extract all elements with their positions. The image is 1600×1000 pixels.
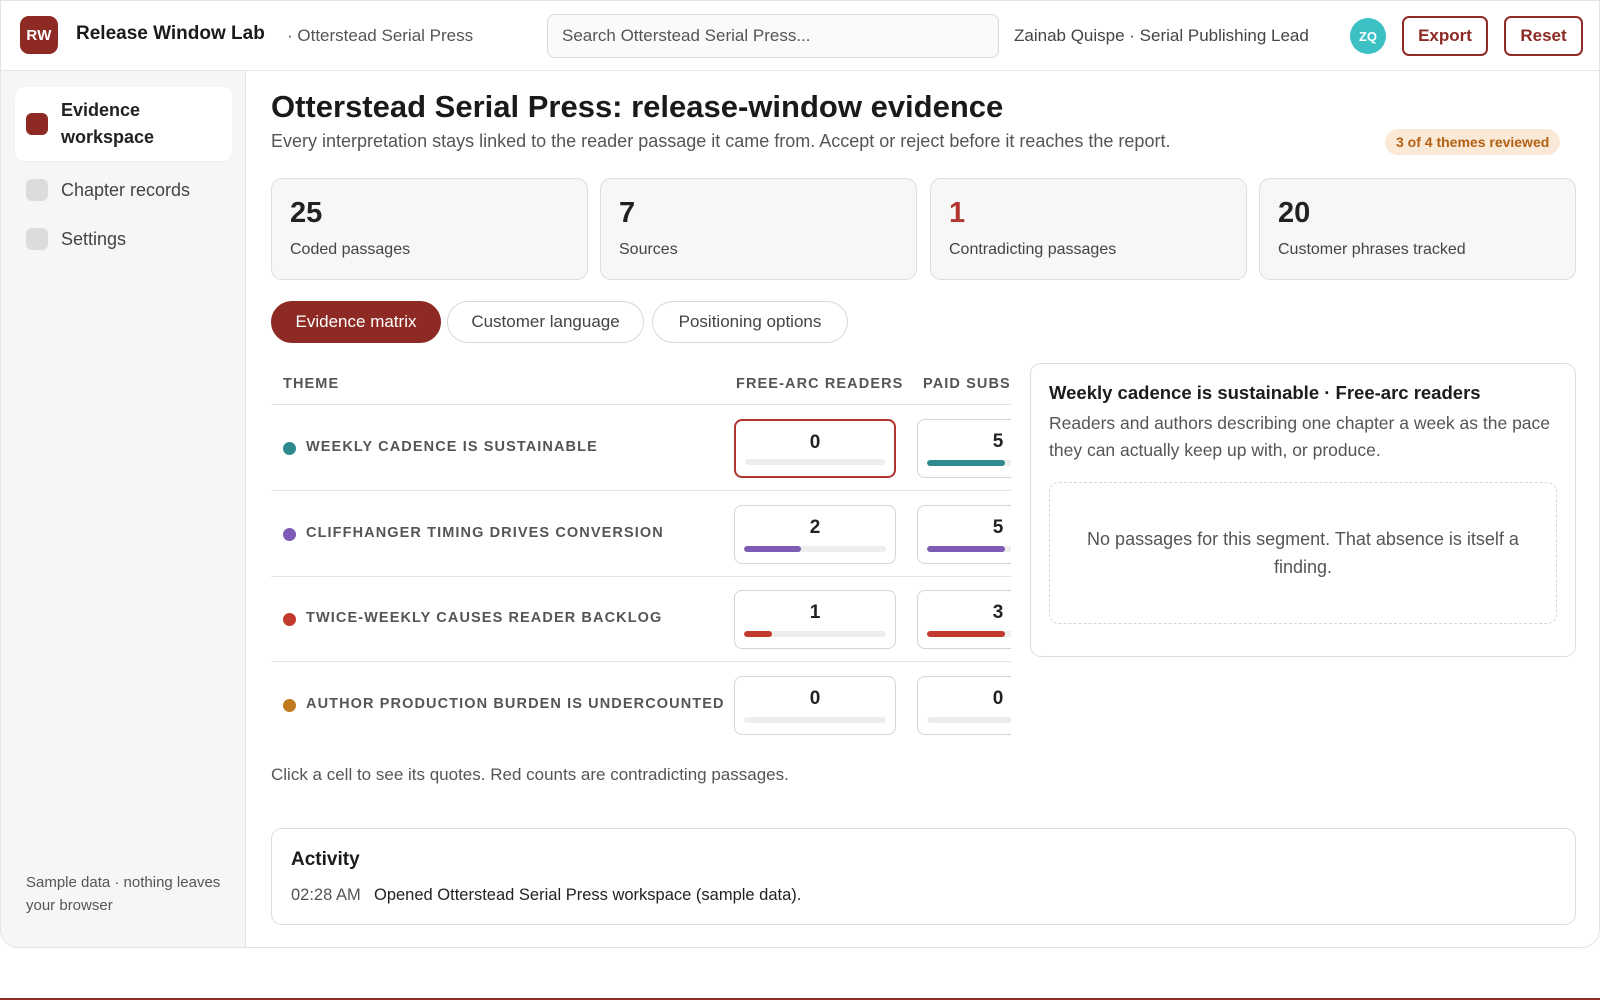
review-status-badge: 3 of 4 themes reviewed [1385,129,1561,155]
reset-button[interactable]: Reset [1504,16,1583,56]
cell-bar-fill [927,546,1006,552]
sample-data-note: Sample data · nothing leaves your browse… [26,874,221,914]
sidebar-item-label: Evidence workspace [61,100,155,147]
theme-name: AUTHOR PRODUCTION BURDEN IS UNDERCOUNTED [306,696,725,712]
matrix-row: WEEKLY CADENCE IS SUSTAINABLE 0 5 [271,405,1011,491]
cell-bar-track [744,631,886,637]
user-name-role: Zainab Quispe · Serial Publishing Lead [1014,26,1309,45]
evidence-matrix: THEME FREE-ARC READERS PAID SUBS WEEKLY … [271,361,1011,745]
detail-title: Weekly cadence is sustainable · Free-arc… [1049,382,1481,403]
column-header-free-arc-readers: FREE-ARC READERS [736,376,904,392]
cell-bar-fill [744,631,773,637]
cell-paid-subs[interactable]: 5 [917,419,1011,478]
cell-bar-track [927,460,1011,466]
matrix-hint: Click a cell to see its quotes. Red coun… [271,765,789,784]
cell-count: 2 [809,517,821,538]
empty-state-message: No passages for this segment. That absen… [1049,482,1557,624]
workspace-name: · Otterstead Serial Press [287,26,474,45]
detail-panel: Weekly cadence is sustainable · Free-arc… [1030,363,1576,657]
cell-bar-track [927,546,1011,552]
theme-color-dot [283,442,296,455]
theme-name: TWICE-WEEKLY CAUSES READER BACKLOG [306,610,663,626]
stat-value: 7 [619,197,636,229]
cell-free-arc-readers[interactable]: 0 [734,419,896,478]
tab-evidence-matrix[interactable]: Evidence matrix [271,301,441,343]
main-content: Otterstead Serial Press: release-window … [246,71,1599,947]
theme-color-dot [283,699,296,712]
cell-bar-track [927,631,1011,637]
app-name: Release Window Lab [76,23,265,44]
cell-bar-track [744,717,886,723]
matrix-header: THEME FREE-ARC READERS PAID SUBS [271,361,1011,405]
cell-free-arc-readers[interactable]: 0 [734,676,896,735]
sidebar: Evidence workspace Chapter records Setti… [1,71,246,947]
theme-color-dot [283,613,296,626]
stat-value: 25 [290,197,323,229]
theme-name: CLIFFHANGER TIMING DRIVES CONVERSION [306,525,664,541]
app-window: RW Release Window Lab · Otterstead Seria… [0,0,1600,948]
tab-positioning-options[interactable]: Positioning options [652,301,848,343]
matrix-row: CLIFFHANGER TIMING DRIVES CONVERSION 2 5 [271,491,1011,577]
chapter-records-icon [26,179,48,201]
stat-value: 20 [1278,197,1311,229]
cell-count: 0 [809,688,821,709]
sidebar-item-label: Settings [61,228,127,249]
cell-paid-subs[interactable]: 3 [917,590,1011,649]
cell-bar-fill [927,460,1006,466]
page-title: Otterstead Serial Press: release-window … [271,89,1004,124]
matrix-row: AUTHOR PRODUCTION BURDEN IS UNDERCOUNTED… [271,662,1011,745]
column-header-theme: THEME [283,376,340,392]
cell-count: 5 [992,431,1004,452]
avatar[interactable]: ZQ [1350,18,1386,54]
activity-time: 02:28 AM [291,886,361,904]
evidence-workspace-icon [26,113,48,135]
cell-paid-subs[interactable]: 0 [917,676,1011,735]
cell-paid-subs[interactable]: 5 [917,505,1011,564]
cell-bar-track [927,717,1011,723]
sidebar-item-evidence-workspace[interactable]: Evidence workspace [15,87,232,161]
cell-bar-track [744,546,886,552]
column-header-paid-subs: PAID SUBS [923,376,1011,392]
settings-icon [26,228,48,250]
stat-card-contradicting-passages: 1 Contradicting passages [930,178,1247,280]
page-subtitle: Every interpretation stays linked to the… [271,131,1171,151]
cell-count: 5 [992,517,1004,538]
stat-card-customer-phrases: 20 Customer phrases tracked [1259,178,1576,280]
cell-bar-fill [927,631,1006,637]
detail-description: Readers and authors describing one chapt… [1049,413,1551,460]
export-button[interactable]: Export [1402,16,1488,56]
search-input[interactable] [547,14,999,58]
cell-free-arc-readers[interactable]: 1 [734,590,896,649]
sidebar-item-chapter-records[interactable]: Chapter records [15,170,232,210]
theme-color-dot [283,528,296,541]
cell-bar-fill [744,546,801,552]
cell-count: 0 [809,432,821,453]
stat-card-coded-passages: 25 Coded passages [271,178,588,280]
stat-card-sources: 7 Sources [600,178,917,280]
top-bar: RW Release Window Lab · Otterstead Seria… [1,1,1599,71]
stat-label: Coded passages [290,241,411,258]
tab-customer-language[interactable]: Customer language [447,301,644,343]
matrix-row: TWICE-WEEKLY CAUSES READER BACKLOG 1 3 [271,576,1011,662]
activity-panel: Activity 02:28 AM Opened Otterstead Seri… [271,828,1576,925]
stat-label: Sources [619,241,678,258]
activity-title: Activity [291,849,360,870]
cell-bar-track [745,459,885,465]
theme-name: WEEKLY CADENCE IS SUSTAINABLE [306,439,598,455]
app-logo: RW [20,16,58,54]
stat-label: Customer phrases tracked [1278,241,1466,258]
sidebar-item-settings[interactable]: Settings [15,219,232,259]
activity-text: Opened Otterstead Serial Press workspace… [374,886,802,904]
stat-value: 1 [949,197,966,229]
cell-count: 1 [809,602,821,623]
stat-label: Contradicting passages [949,241,1117,258]
cell-free-arc-readers[interactable]: 2 [734,505,896,564]
cell-count: 0 [992,688,1004,709]
cell-count: 3 [992,602,1004,623]
sidebar-item-label: Chapter records [61,179,191,200]
